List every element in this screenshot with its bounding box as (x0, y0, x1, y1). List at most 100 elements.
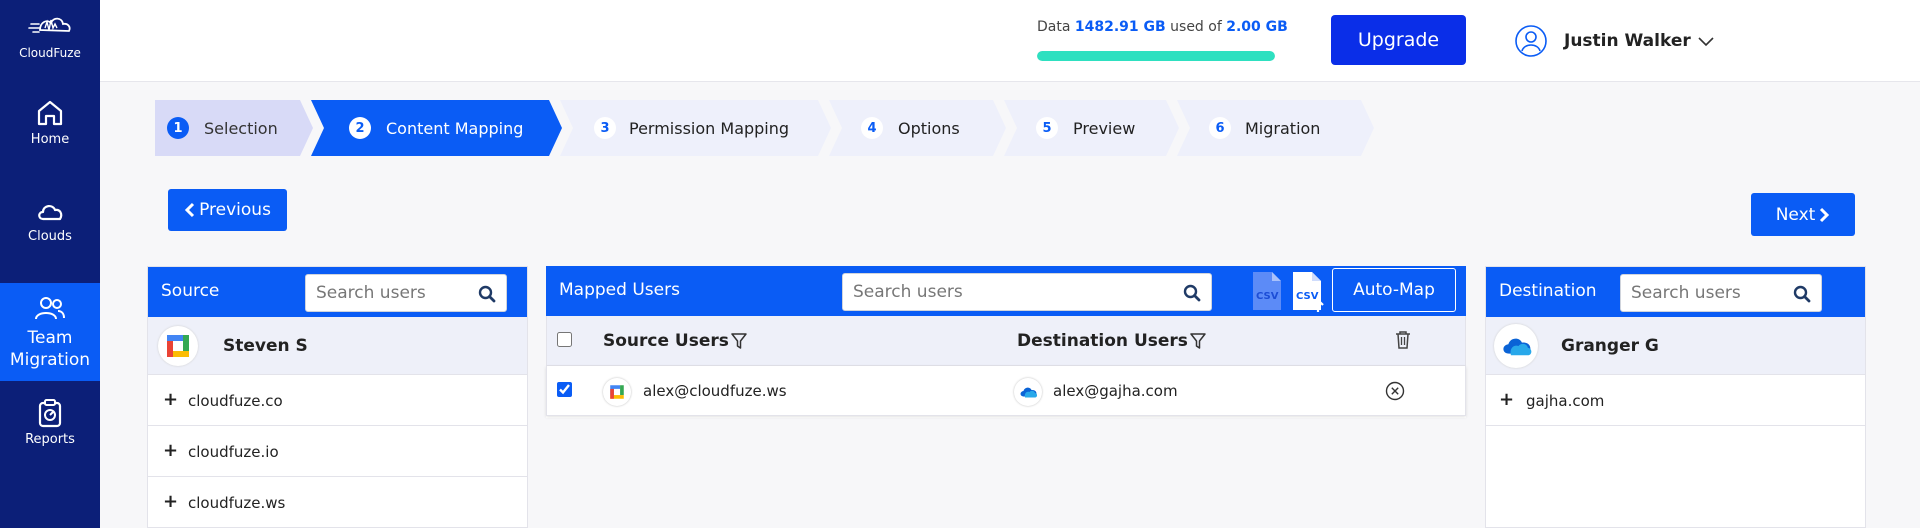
auto-map-button[interactable]: Auto-Map (1332, 268, 1456, 312)
step-permission-mapping[interactable]: 3 Permission Mapping (560, 100, 832, 156)
top-header: Data 1482.91 GB used of 2.00 GB Upgrade … (100, 0, 1920, 82)
destination-title: Destination (1499, 281, 1597, 301)
source-search (305, 274, 507, 312)
step-selection[interactable]: 1 Selection (155, 100, 313, 156)
user-menu[interactable]: Justin Walker (1514, 23, 1715, 59)
expand-plus-icon[interactable]: + (163, 389, 178, 410)
destination-email: alex@gajha.com (1053, 382, 1178, 400)
sidebar-item-label: Clouds (28, 229, 72, 244)
expand-plus-icon[interactable]: + (163, 491, 178, 512)
step-number: 2 (349, 117, 371, 139)
storage-usage-bar (1037, 51, 1275, 61)
destination-user-row: Granger G (1486, 317, 1865, 375)
step-label: Migration (1245, 118, 1321, 138)
chevron-down-icon (1698, 37, 1714, 47)
clipboard-icon (38, 399, 62, 428)
search-icon[interactable] (478, 285, 496, 303)
source-panel: Source Steven S + cloudfuze.co + cloudfu… (147, 266, 528, 528)
source-user-row: Steven S (148, 317, 527, 375)
step-label: Permission Mapping (629, 118, 790, 138)
domain-name: gajha.com (1526, 392, 1605, 410)
sidebar-item-label: Home (30, 132, 70, 147)
storage-usage-text: Data 1482.91 GB used of 2.00 GB (1037, 19, 1288, 35)
csv-upload-icon[interactable]: CSV (1290, 270, 1328, 314)
mapped-search-input[interactable] (843, 274, 1163, 310)
search-icon[interactable] (1793, 285, 1811, 303)
search-icon[interactable] (1183, 284, 1201, 302)
step-migration[interactable]: 6 Migration (1177, 100, 1375, 156)
next-button[interactable]: Next (1751, 193, 1855, 236)
filter-icon[interactable] (731, 332, 747, 350)
step-content-mapping[interactable]: 2 Content Mapping (311, 100, 563, 156)
sidebar-item-home[interactable]: Home (0, 98, 100, 160)
destination-panel: Destination Granger G + gajha.com (1485, 266, 1866, 528)
users-icon (35, 297, 65, 320)
logo-text: CloudFuze (19, 46, 81, 60)
step-preview[interactable]: 5 Preview (1004, 100, 1180, 156)
row-checkbox[interactable] (557, 382, 572, 397)
mapped-users-panel: Mapped Users CSV CSV Auto-Map Source Use… (546, 266, 1466, 418)
expand-plus-icon[interactable]: + (163, 440, 178, 461)
previous-label: Previous (199, 200, 271, 220)
domain-name: cloudfuze.io (188, 443, 279, 461)
step-options[interactable]: 4 Options (829, 100, 1007, 156)
sidebar-item-clouds[interactable]: Clouds (0, 199, 100, 259)
sidebar: CloudFuze Home Clouds Team Migration Rep… (0, 0, 100, 528)
svg-text:CSV: CSV (1256, 291, 1279, 302)
step-label: Content Mapping (386, 118, 524, 138)
user-avatar-icon (1515, 25, 1547, 57)
destination-users-header: Destination Users (1017, 331, 1206, 351)
mapped-table-header: Source Users Destination Users (546, 316, 1466, 366)
google-workspace-icon (158, 326, 198, 366)
destination-search (1620, 274, 1822, 312)
source-panel-header: Source (148, 267, 527, 317)
filter-icon[interactable] (1190, 332, 1206, 350)
step-number: 4 (861, 117, 883, 139)
source-domain-row[interactable]: + cloudfuze.co (148, 375, 527, 426)
source-search-input[interactable] (306, 275, 466, 311)
step-number: 6 (1209, 117, 1231, 139)
expand-plus-icon[interactable]: + (1499, 389, 1514, 410)
destination-domain-row[interactable]: + gajha.com (1486, 375, 1865, 426)
next-label: Next (1775, 204, 1816, 225)
sidebar-item-label: Reports (25, 432, 75, 447)
destination-users-label: Destination Users (1017, 331, 1188, 351)
cloudfuze-logo-icon (28, 17, 71, 33)
destination-panel-header: Destination (1486, 267, 1865, 317)
sidebar-item-reports[interactable]: Reports (0, 398, 100, 458)
upgrade-button[interactable]: Upgrade (1331, 15, 1466, 65)
source-users-header: Source Users (603, 331, 747, 351)
step-label: Preview (1073, 118, 1136, 138)
destination-search-input[interactable] (1621, 275, 1781, 311)
usage-mid: used of (1170, 19, 1222, 35)
sidebar-item-team-migration[interactable]: Team Migration (0, 283, 100, 381)
mapped-search (842, 273, 1212, 311)
source-domain-row[interactable]: + cloudfuze.ws (148, 477, 527, 528)
onedrive-icon (1014, 378, 1042, 406)
mapped-panel-header: Mapped Users CSV CSV Auto-Map (546, 266, 1466, 316)
svg-text:CSV: CSV (1296, 291, 1319, 302)
step-number: 1 (167, 117, 189, 139)
domain-name: cloudfuze.co (188, 392, 283, 410)
cloudfuze-logo[interactable]: CloudFuze (0, 14, 100, 80)
step-label: Options (898, 118, 960, 138)
csv-download-icon[interactable]: CSV (1250, 270, 1284, 312)
source-domain-row[interactable]: + cloudfuze.io (148, 426, 527, 477)
step-number: 5 (1036, 117, 1058, 139)
select-all-checkbox[interactable] (557, 332, 572, 347)
destination-user-name: Granger G (1561, 336, 1659, 356)
remove-mapping-icon[interactable] (1385, 381, 1405, 401)
trash-icon[interactable] (1395, 330, 1411, 350)
user-name: Justin Walker (1564, 31, 1691, 51)
usage-prefix: Data (1037, 19, 1071, 35)
source-title: Source (161, 281, 220, 301)
home-icon (37, 100, 63, 126)
usage-used: 1482.91 GB (1074, 19, 1166, 35)
table-row[interactable]: alex@cloudfuze.ws alex@gajha.com (546, 366, 1466, 416)
source-email: alex@cloudfuze.ws (643, 382, 787, 400)
previous-button[interactable]: Previous (168, 189, 287, 231)
storage-usage-fill (1037, 51, 1275, 61)
source-user-name: Steven S (223, 336, 308, 356)
mapped-title: Mapped Users (559, 280, 680, 300)
domain-name: cloudfuze.ws (188, 494, 286, 512)
